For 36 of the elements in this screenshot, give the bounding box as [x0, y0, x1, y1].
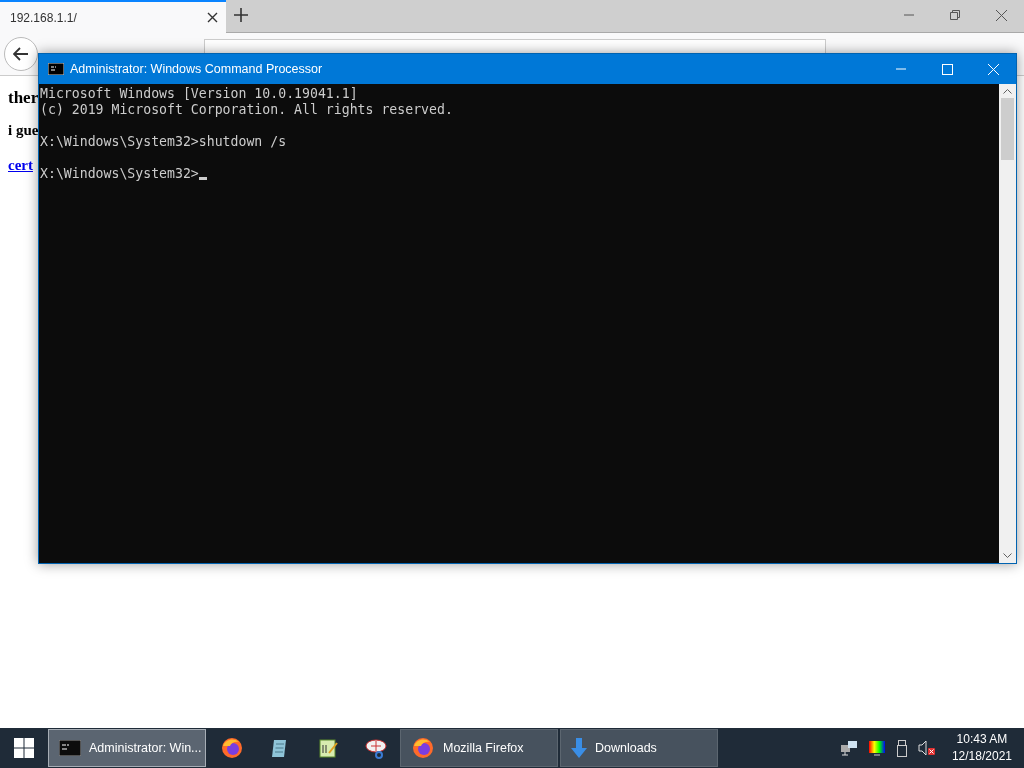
- usb-drive-icon[interactable]: [895, 739, 908, 757]
- console-line: Microsoft Windows [Version 10.0.19041.1]: [40, 86, 358, 102]
- network-icon[interactable]: [839, 740, 858, 756]
- console-icon: [48, 63, 64, 75]
- scrollbar[interactable]: [999, 84, 1016, 563]
- back-button[interactable]: [4, 37, 38, 71]
- fox-globe-icon: [220, 736, 244, 760]
- clock-date: 12/18/2021: [951, 748, 1012, 765]
- close-icon[interactable]: [207, 12, 218, 23]
- clock[interactable]: 10:43 AM 12/18/2021: [951, 731, 1012, 765]
- console-line: (c) 2019 Microsoft Corporation. All rights reserved.: [40, 102, 453, 118]
- console-line: X:\Windows\System32>: [40, 166, 199, 182]
- windows-logo-icon: [14, 738, 34, 758]
- download-arrow-icon: [571, 738, 587, 758]
- fox-globe-icon: [411, 736, 435, 760]
- restore-icon: [950, 10, 960, 20]
- display-color-icon[interactable]: [867, 740, 886, 756]
- taskbar-button[interactable]: Administrator: Win...: [48, 729, 206, 767]
- close-icon: [987, 63, 999, 75]
- back-arrow-icon: [13, 47, 29, 61]
- console-icon: [59, 740, 81, 756]
- close-icon: [995, 9, 1007, 21]
- window-title: Administrator: Windows Command Processor: [70, 62, 323, 76]
- document-pen-icon: [317, 737, 339, 759]
- speaker-muted-icon[interactable]: [917, 740, 936, 756]
- console-line: X:\Windows\System32>shutdown /s: [40, 134, 287, 150]
- page-text: i gue: [8, 122, 39, 139]
- scroll-thumb[interactable]: [1001, 98, 1014, 160]
- plus-icon: [234, 8, 248, 22]
- page-link[interactable]: cert: [8, 157, 33, 174]
- clock-time: 10:43 AM: [956, 731, 1008, 748]
- maximize-icon: [941, 63, 953, 75]
- browser-tab[interactable]: 192.168.1.1/: [0, 0, 226, 33]
- page-heading: ther: [8, 88, 39, 108]
- taskbar-button[interactable]: Mozilla Firefox: [400, 729, 558, 767]
- taskbar-button[interactable]: Downloads: [560, 729, 718, 767]
